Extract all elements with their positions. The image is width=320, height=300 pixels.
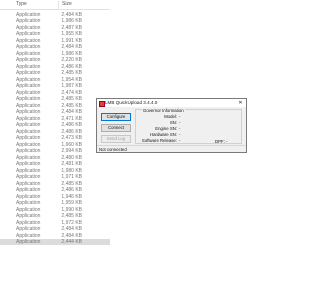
file-rows: Application 2,484 KB Application 1,986 KB Ap…	[0, 11, 110, 245]
title-bar[interactable]: LMB QuickUpload 3.4.4.0 ✕	[97, 99, 246, 107]
column-header-size[interactable]: Size	[62, 1, 72, 7]
column-divider[interactable]	[58, 1, 59, 9]
configure-button[interactable]: Configure	[101, 113, 131, 121]
connect-button[interactable]: Connect	[101, 124, 131, 132]
software-release-label: Software Release:	[141, 138, 177, 143]
model-label: Model:	[164, 114, 177, 119]
file-row[interactable]: Application 2,444 KB	[0, 238, 110, 245]
hardware-sn-label: Hardware SN:	[150, 132, 177, 137]
window-title: LMB QuickUpload 3.4.4.0	[105, 100, 158, 105]
file-size-cell: 2,444 KB	[61, 239, 82, 245]
engine-sn-value: -	[179, 126, 181, 131]
dpf-label: DPF:	[215, 139, 225, 144]
file-list: Type Size Application 2,484 KB Application…	[0, 0, 110, 300]
send-log-button[interactable]: Send Log	[101, 135, 131, 143]
list-header: Type Size	[0, 0, 110, 10]
close-button[interactable]: ✕	[237, 100, 244, 106]
status-text: Not connected	[99, 147, 127, 152]
column-header-type[interactable]: Type	[16, 1, 27, 7]
file-type-cell: Application	[16, 239, 41, 245]
dpf-value: -	[226, 139, 228, 144]
sn-value: -	[179, 120, 181, 125]
hardware-sn-value: -	[179, 132, 181, 137]
quickupload-dialog: LMB QuickUpload 3.4.4.0 ✕ Configure Conn…	[96, 98, 247, 153]
software-release-value: -	[179, 138, 181, 143]
engine-sn-label: Engine SN:	[155, 126, 177, 131]
group-title: Governor Information	[142, 108, 185, 113]
status-bar: Not connected	[97, 145, 246, 152]
model-value: -	[179, 114, 181, 119]
sn-label: SN:	[169, 120, 177, 125]
